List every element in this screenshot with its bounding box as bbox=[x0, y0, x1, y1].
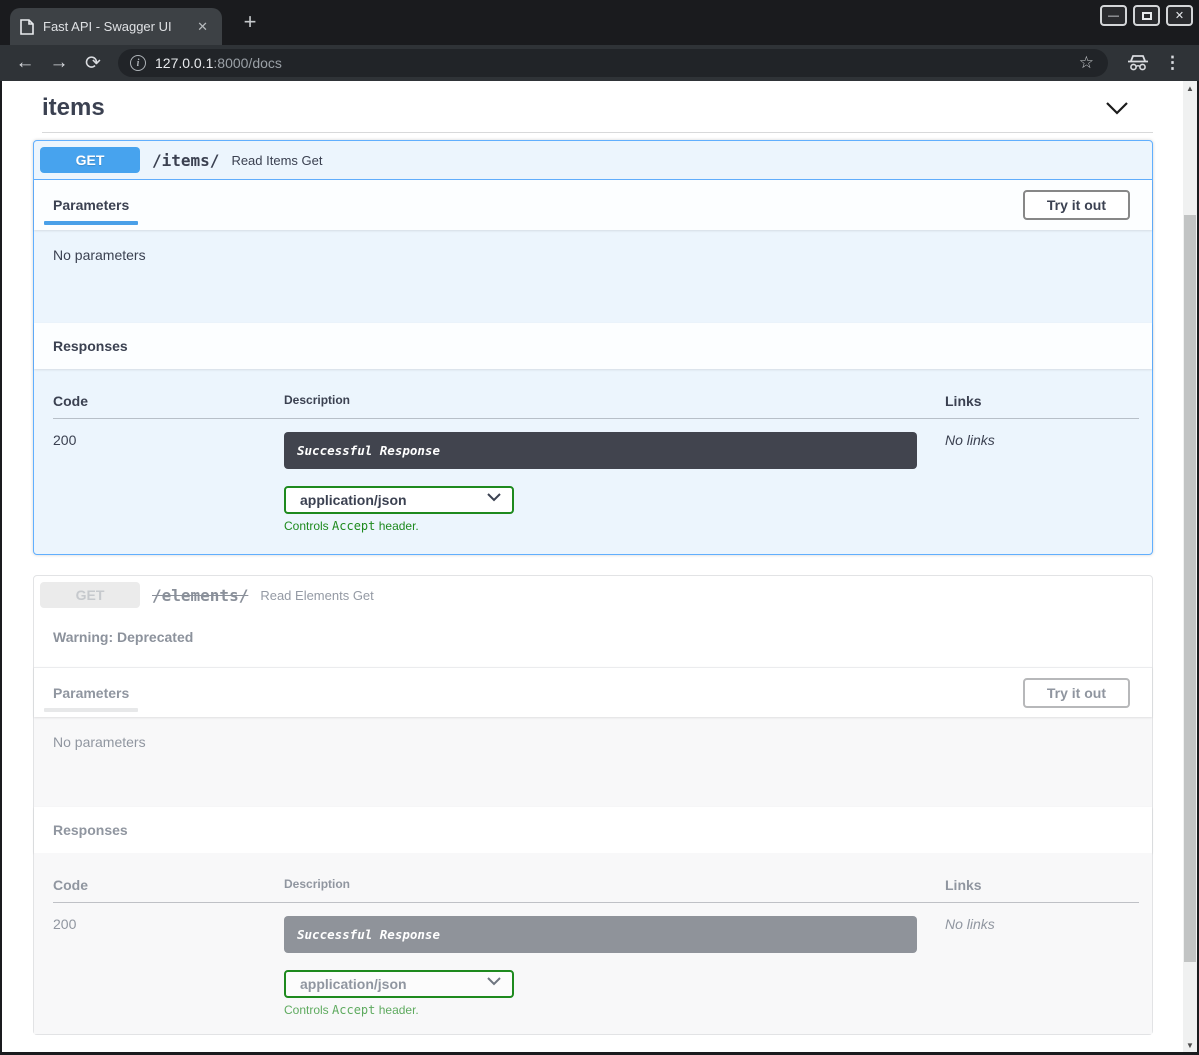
chevron-down-icon[interactable] bbox=[1105, 101, 1129, 115]
responses-header: Responses bbox=[34, 323, 1152, 369]
parameters-header: Parameters Try it out bbox=[34, 667, 1152, 717]
response-description-cell: Successful Response application/json Con… bbox=[284, 916, 945, 1017]
column-description: Description bbox=[284, 877, 945, 893]
accept-note-prefix: Controls bbox=[284, 1003, 332, 1017]
maximize-button[interactable] bbox=[1133, 5, 1160, 26]
column-links: Links bbox=[945, 393, 1139, 409]
page-viewport: items GET /items/ Read Items Get Paramet… bbox=[2, 81, 1197, 1052]
maximize-icon bbox=[1142, 12, 1152, 20]
responses-table-head: Code Description Links bbox=[53, 369, 1139, 419]
no-parameters-text: No parameters bbox=[53, 734, 146, 750]
accept-note-suffix: header. bbox=[375, 1003, 418, 1017]
response-code: 200 bbox=[53, 916, 284, 1017]
scroll-up-icon[interactable]: ▲ bbox=[1183, 81, 1197, 95]
incognito-icon[interactable] bbox=[1127, 53, 1149, 73]
tag-section-header[interactable]: items bbox=[42, 94, 1144, 122]
tab-title: Fast API - Swagger UI bbox=[43, 19, 193, 34]
endpoint-summary: Read Elements Get bbox=[260, 588, 373, 603]
reload-icon[interactable]: ⟳ bbox=[80, 50, 106, 76]
window-controls: — ✕ bbox=[1100, 5, 1193, 26]
forward-icon[interactable]: → bbox=[46, 50, 72, 76]
try-it-out-button[interactable]: Try it out bbox=[1023, 190, 1130, 220]
media-type-select[interactable]: application/json bbox=[284, 970, 514, 998]
scroll-down-icon[interactable]: ▼ bbox=[1183, 1038, 1197, 1052]
browser-menu-icon[interactable]: ⋮ bbox=[1158, 53, 1187, 73]
responses-header: Responses bbox=[34, 807, 1152, 853]
responses-body: Code Description Links 200 Successful Re… bbox=[34, 853, 1152, 1034]
response-description-cell: Successful Response application/json Con… bbox=[284, 432, 945, 533]
url-host: 127.0.0.1 bbox=[155, 55, 213, 71]
tab-parameters[interactable]: Parameters bbox=[44, 668, 138, 717]
opblock-summary[interactable]: GET /items/ Read Items Get bbox=[34, 141, 1152, 180]
browser-window: Fast API - Swagger UI ✕ + — ✕ ← → ⟳ i 12… bbox=[0, 0, 1199, 1055]
endpoint-path[interactable]: /items/ bbox=[152, 151, 219, 170]
parameters-body: No parameters bbox=[34, 717, 1152, 807]
url-path: :8000/docs bbox=[213, 55, 282, 71]
tab-close-icon[interactable]: ✕ bbox=[193, 17, 212, 37]
column-code: Code bbox=[53, 877, 284, 893]
accept-note-suffix: header. bbox=[375, 519, 418, 533]
swagger-content: items GET /items/ Read Items Get Paramet… bbox=[2, 81, 1183, 1052]
address-bar[interactable]: i 127.0.0.1:8000/docs ☆ bbox=[118, 49, 1108, 77]
accept-header-note: Controls Accept header. bbox=[284, 1003, 945, 1017]
browser-toolbar: ← → ⟳ i 127.0.0.1:8000/docs ☆ ⋮ bbox=[0, 45, 1199, 81]
window-close-button[interactable]: ✕ bbox=[1166, 5, 1193, 26]
opblock-get-items: GET /items/ Read Items Get Parameters Tr… bbox=[33, 140, 1153, 555]
select-chevron-icon bbox=[487, 493, 501, 502]
new-tab-button[interactable]: + bbox=[236, 8, 264, 36]
column-links: Links bbox=[945, 877, 1139, 893]
no-parameters-text: No parameters bbox=[53, 247, 146, 263]
select-chevron-icon bbox=[487, 977, 501, 986]
back-icon[interactable]: ← bbox=[12, 50, 38, 76]
section-divider bbox=[42, 132, 1153, 133]
response-row: 200 Successful Response application/json… bbox=[53, 903, 1139, 1017]
endpoint-path[interactable]: /elements/ bbox=[152, 586, 248, 605]
media-type-value: application/json bbox=[300, 976, 407, 992]
try-it-out-button[interactable]: Try it out bbox=[1023, 678, 1130, 708]
accept-header-note: Controls Accept header. bbox=[284, 519, 945, 533]
response-row: 200 Successful Response application/json… bbox=[53, 419, 1139, 533]
url-text: 127.0.0.1:8000/docs bbox=[155, 55, 1077, 71]
responses-title: Responses bbox=[53, 338, 128, 354]
responses-body: Code Description Links 200 Successful Re… bbox=[34, 369, 1152, 554]
column-description: Description bbox=[284, 393, 945, 409]
parameters-body: No parameters bbox=[34, 230, 1152, 323]
document-icon bbox=[20, 19, 34, 35]
tab-strip: Fast API - Swagger UI ✕ + — ✕ bbox=[0, 0, 1199, 45]
tag-title[interactable]: items bbox=[42, 94, 105, 122]
media-type-select[interactable]: application/json bbox=[284, 486, 514, 514]
response-code: 200 bbox=[53, 432, 284, 533]
response-description: Successful Response bbox=[284, 916, 917, 953]
method-badge: GET bbox=[40, 582, 140, 608]
tab-parameters[interactable]: Parameters bbox=[44, 180, 138, 230]
endpoint-summary: Read Items Get bbox=[231, 153, 322, 168]
page-scrollbar[interactable]: ▲ ▼ bbox=[1183, 81, 1197, 1052]
opblock-summary[interactable]: GET /elements/ Read Elements Get bbox=[34, 576, 1152, 614]
accept-note-mono: Accept bbox=[332, 1003, 375, 1017]
response-links: No links bbox=[945, 432, 1139, 533]
scrollbar-thumb[interactable] bbox=[1184, 215, 1196, 962]
parameters-header: Parameters Try it out bbox=[34, 180, 1152, 230]
accept-note-prefix: Controls bbox=[284, 519, 332, 533]
column-code: Code bbox=[53, 393, 284, 409]
method-badge: GET bbox=[40, 147, 140, 173]
deprecated-warning: Warning: Deprecated bbox=[34, 614, 1152, 667]
media-type-value: application/json bbox=[300, 492, 407, 508]
responses-table-head: Code Description Links bbox=[53, 853, 1139, 903]
minimize-button[interactable]: — bbox=[1100, 5, 1127, 26]
opblock-get-elements-deprecated: GET /elements/ Read Elements Get Warning… bbox=[33, 575, 1153, 1035]
browser-tab[interactable]: Fast API - Swagger UI ✕ bbox=[10, 8, 222, 45]
response-links: No links bbox=[945, 916, 1139, 1017]
responses-title: Responses bbox=[53, 822, 128, 838]
accept-note-mono: Accept bbox=[332, 519, 375, 533]
site-info-icon[interactable]: i bbox=[130, 55, 146, 71]
response-description: Successful Response bbox=[284, 432, 917, 469]
bookmark-star-icon[interactable]: ☆ bbox=[1077, 53, 1096, 73]
